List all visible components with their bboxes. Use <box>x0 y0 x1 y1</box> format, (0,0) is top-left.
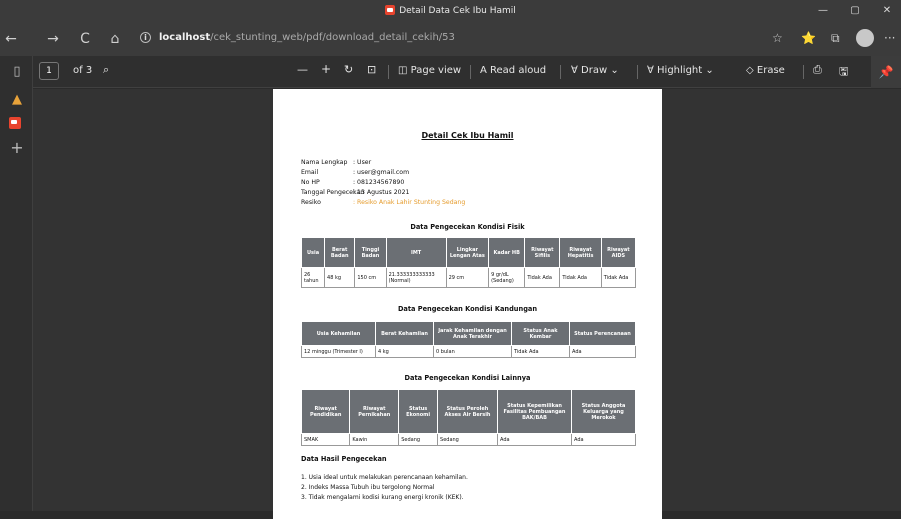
pdf-viewer[interactable]: Detail Cek Ibu Hamil Nama Lengkap: User … <box>33 89 901 519</box>
url-field[interactable]: i localhost/cek_stunting_web/pdf/download… <box>140 32 455 43</box>
table-row: 12 minggu (Trimester I) 4 kg 0 bulan Tidak … <box>301 345 636 358</box>
info-hp: No HP: 081234567890 <box>301 179 405 186</box>
avatar[interactable] <box>856 29 874 47</box>
highlight-button[interactable]: ∀ Highlight ⌄ <box>647 65 714 76</box>
pdf-icon <box>385 5 396 15</box>
erase-button[interactable]: ◇ Erase <box>746 65 785 76</box>
back-icon[interactable]: ← <box>2 30 20 48</box>
read-aloud-icon: A <box>480 65 487 76</box>
info-email: Email: user@gmail.com <box>301 169 410 176</box>
info-nama: Nama Lengkap: User <box>301 159 372 166</box>
table-kandungan: Usia Kehamilan Berat Kehamilan Jarak Keham… <box>301 321 636 358</box>
window-title: Detail Data Cek Ibu Hamil <box>0 5 901 16</box>
info-resiko: Resiko: Resiko Anak Lahir Stunting Sedan… <box>301 199 466 206</box>
section-hasil-title: Data Hasil Pengecekan <box>301 455 387 463</box>
more-icon[interactable]: ··· <box>884 31 895 45</box>
info-tanggal: Tanggal Pengecekan: 13 Agustus 2021 <box>301 189 410 196</box>
page-number-input[interactable]: 1 <box>39 62 59 80</box>
url-host: localhost <box>159 32 211 43</box>
highlight-icon: ∀ <box>647 65 654 76</box>
table-row: 26 tahun 48 kg 150 cm 21.333333333333 (Norm… <box>300 267 637 288</box>
zoom-in-icon[interactable]: + <box>321 62 331 76</box>
url-path: /cek_stunting_web/pdf/download_detail_ce… <box>210 32 455 43</box>
home-icon[interactable]: ⌂ <box>106 30 124 48</box>
list-item: 3. Tidak mengalami kodisi kurang energi … <box>301 494 464 501</box>
pdf-toolbar: 1 of 3 ⌕ — + ↻ ⊡ ◫ Page view A Read alou… <box>33 56 901 88</box>
save-icon[interactable]: 🖫 <box>839 63 848 82</box>
maximize-button[interactable]: ▢ <box>847 3 863 19</box>
pdf-page: Detail Cek Ibu Hamil Nama Lengkap: User … <box>273 89 662 519</box>
chevron-down-icon: ⌄ <box>610 65 619 76</box>
hasil-list: 1. Usia ideal untuk melakukan perencanaa… <box>301 473 468 503</box>
table-lainnya: Riwayat Pendidikan Riwayat Pernikahan Stat… <box>300 389 636 446</box>
section-kandungan-title: Data Pengecekan Kondisi Kandungan <box>397 305 538 313</box>
favorite-icon[interactable]: ☆ <box>772 31 783 45</box>
page-view-button[interactable]: ◫ Page view <box>398 65 461 76</box>
favorites-list-icon[interactable]: ⭐ <box>801 31 816 45</box>
page-total: of 3 <box>73 65 93 76</box>
refresh-icon[interactable]: C <box>76 30 94 48</box>
minimize-button[interactable]: — <box>815 3 831 19</box>
tab-pdf-icon[interactable] <box>7 114 27 134</box>
address-bar: ← → C ⌂ i localhost/cek_stunting_web/pdf/… <box>0 22 901 56</box>
zoom-out-icon[interactable]: — <box>297 63 308 76</box>
list-item: 1. Usia ideal untuk melakukan perencanaa… <box>301 474 468 481</box>
fit-page-icon[interactable]: ⊡ <box>367 63 376 76</box>
collections-icon[interactable]: ⧉ <box>831 31 840 46</box>
print-icon[interactable]: ⎙ <box>813 63 822 77</box>
chevron-down-icon: ⌄ <box>705 65 714 76</box>
search-icon[interactable]: ⌕ <box>103 63 109 77</box>
eraser-icon: ◇ <box>746 65 754 76</box>
window-title-text: Detail Data Cek Ibu Hamil <box>399 6 516 16</box>
page-view-icon: ◫ <box>398 65 408 76</box>
info-icon[interactable]: i <box>140 32 151 43</box>
table-fisik: Usia Berat Badan Tinggi Badan IMT Lingkar Le… <box>300 237 637 288</box>
section-fisik-title: Data Pengecekan Kondisi Fisik <box>410 223 525 231</box>
read-aloud-button[interactable]: A Read aloud <box>480 65 546 76</box>
forward-icon[interactable]: → <box>44 30 62 48</box>
doc-title: Detail Cek Ibu Hamil <box>421 131 514 140</box>
title-bar: Detail Data Cek Ibu Hamil — ▢ ✕ <box>0 0 901 22</box>
rotate-icon[interactable]: ↻ <box>344 63 353 76</box>
tab-panel-icon[interactable]: ▯ <box>7 62 27 82</box>
tab-site-icon[interactable]: ▲ <box>7 90 27 110</box>
pin-toolbar-icon[interactable]: 📌 <box>871 56 901 88</box>
list-item: 2. Indeks Massa Tubuh ibu tergolong Norm… <box>301 484 435 491</box>
vertical-tabs-sidebar: ▯ ▲ + <box>0 56 33 511</box>
close-button[interactable]: ✕ <box>879 3 895 19</box>
draw-button[interactable]: ∀ Draw ⌄ <box>571 65 619 76</box>
section-lainnya-title: Data Pengecekan Kondisi Lainnya <box>404 374 531 382</box>
table-row: SMAK Kawin Sedang Sedang Ada Ada <box>300 433 636 446</box>
new-tab-icon[interactable]: + <box>7 138 27 158</box>
draw-icon: ∀ <box>571 65 578 76</box>
